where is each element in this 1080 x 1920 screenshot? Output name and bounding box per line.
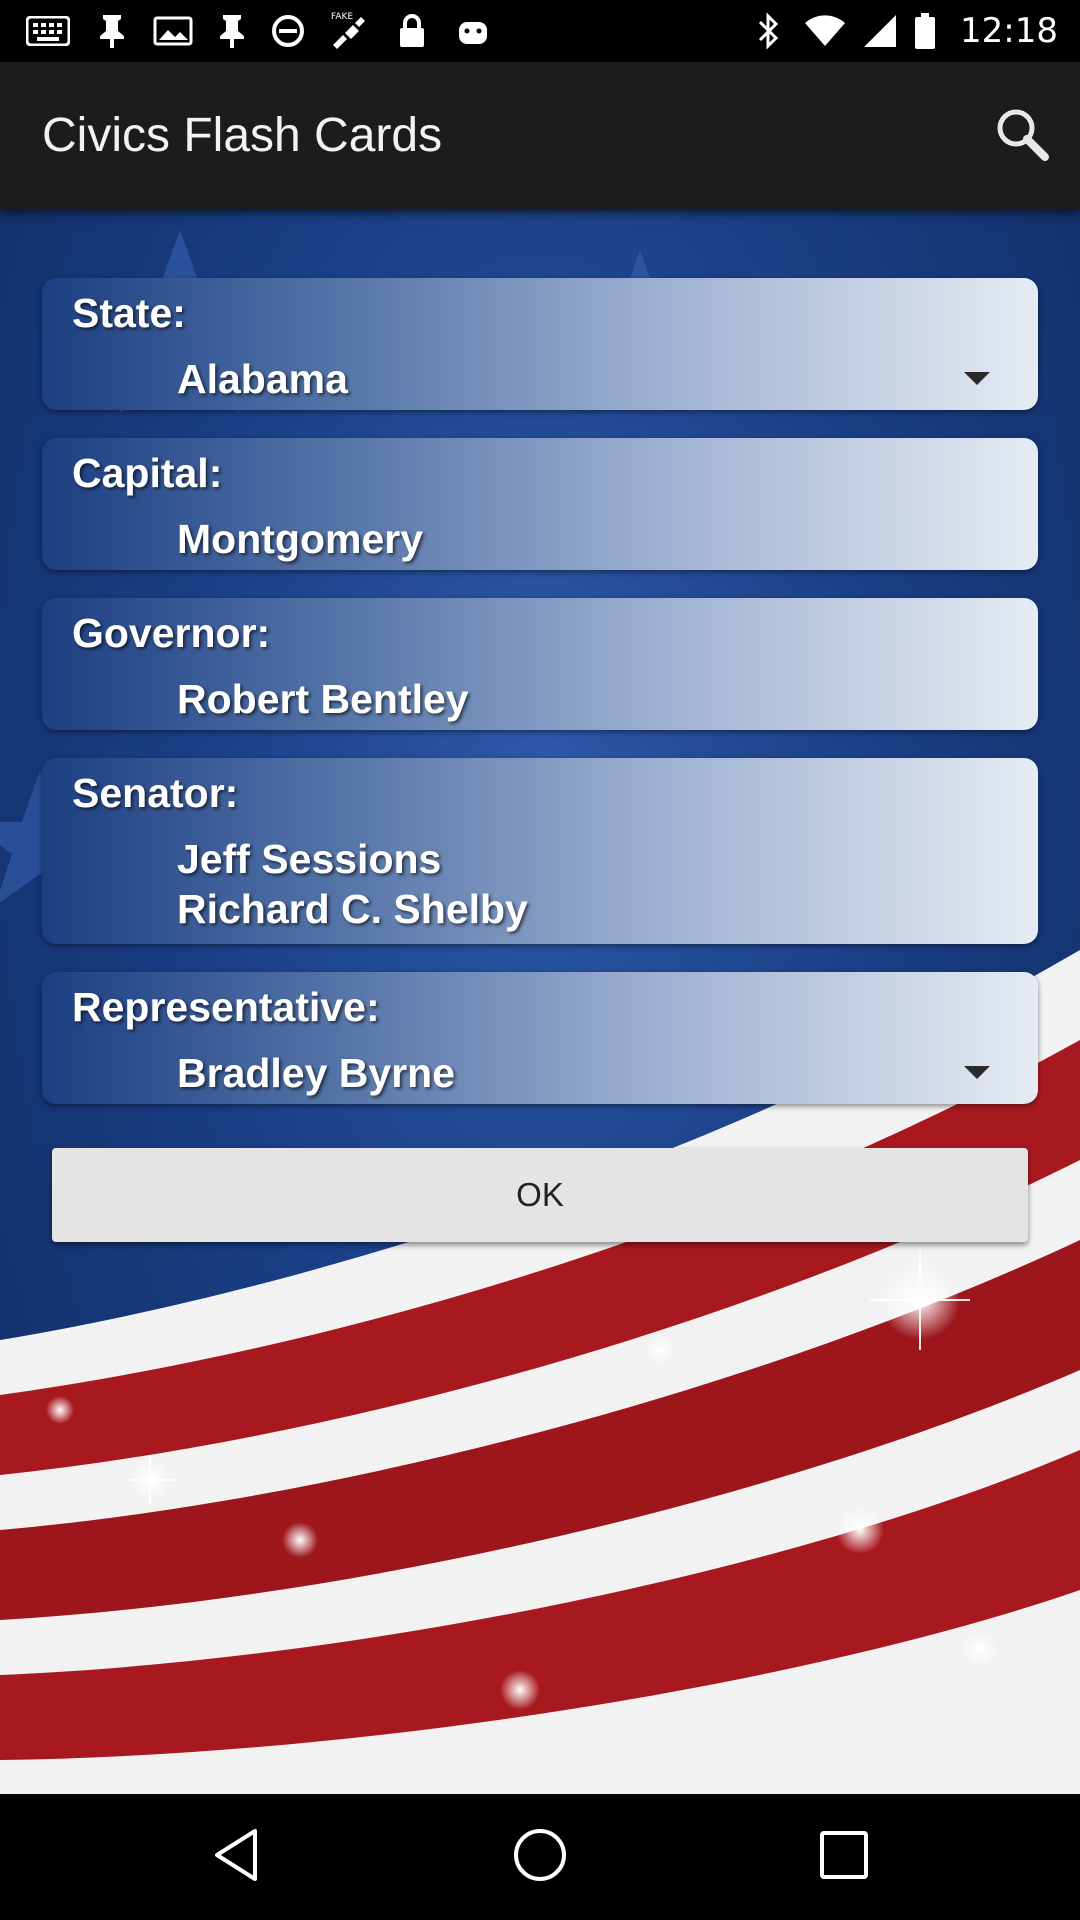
representative-card[interactable]: Representative: Bradley Byrne bbox=[42, 972, 1038, 1104]
chevron-down-icon bbox=[964, 1066, 990, 1079]
recents-button[interactable] bbox=[764, 1794, 924, 1920]
senator-value-1: Jeff Sessions bbox=[177, 836, 442, 882]
chevron-down-icon bbox=[964, 372, 990, 385]
signal-icon bbox=[858, 0, 902, 62]
app-bar: Civics Flash Cards bbox=[0, 62, 1080, 210]
capital-label: Capital: bbox=[72, 450, 223, 496]
android-icon bbox=[448, 0, 498, 62]
status-bar: FAKE 12:18 bbox=[0, 0, 1080, 62]
app-title: Civics Flash Cards bbox=[42, 109, 443, 162]
pin-icon bbox=[92, 0, 132, 62]
governor-label: Governor: bbox=[72, 610, 271, 656]
representative-label: Representative: bbox=[72, 984, 380, 1030]
recents-icon bbox=[819, 1830, 869, 1885]
senator-card: Senator: Jeff Sessions Richard C. Shelby bbox=[42, 758, 1038, 944]
blocked-icon bbox=[268, 0, 308, 62]
bluetooth-icon bbox=[748, 0, 790, 62]
lock-icon bbox=[392, 0, 432, 62]
pin-icon bbox=[212, 0, 252, 62]
battery-icon bbox=[908, 0, 942, 62]
ok-button[interactable]: OK bbox=[52, 1148, 1028, 1242]
back-button[interactable] bbox=[156, 1794, 316, 1920]
nav-bar bbox=[0, 1794, 1080, 1920]
representative-value: Bradley Byrne bbox=[177, 1050, 456, 1096]
capital-card: Capital: Montgomery bbox=[42, 438, 1038, 570]
senator-label: Senator: bbox=[72, 770, 239, 816]
svg-text:FAKE: FAKE bbox=[331, 12, 353, 22]
status-time: 12:18 bbox=[960, 11, 1058, 51]
state-label: State: bbox=[72, 290, 186, 336]
state-card[interactable]: State: Alabama bbox=[42, 278, 1038, 410]
governor-card: Governor: Robert Bentley bbox=[42, 598, 1038, 730]
senator-value-2: Richard C. Shelby bbox=[177, 886, 528, 932]
search-icon bbox=[992, 104, 1052, 169]
main-content: State: Alabama Capital: Montgomery Gover… bbox=[0, 210, 1080, 1794]
home-button[interactable] bbox=[460, 1794, 620, 1920]
home-icon bbox=[512, 1827, 568, 1888]
image-icon bbox=[150, 0, 196, 62]
wifi-icon bbox=[800, 0, 850, 62]
keyboard-icon bbox=[20, 0, 76, 62]
fake-gps-icon: FAKE bbox=[322, 0, 372, 62]
back-icon bbox=[211, 1827, 261, 1888]
state-value: Alabama bbox=[177, 356, 348, 402]
search-button[interactable] bbox=[984, 98, 1060, 174]
governor-value: Robert Bentley bbox=[177, 676, 469, 722]
capital-value: Montgomery bbox=[177, 516, 423, 562]
